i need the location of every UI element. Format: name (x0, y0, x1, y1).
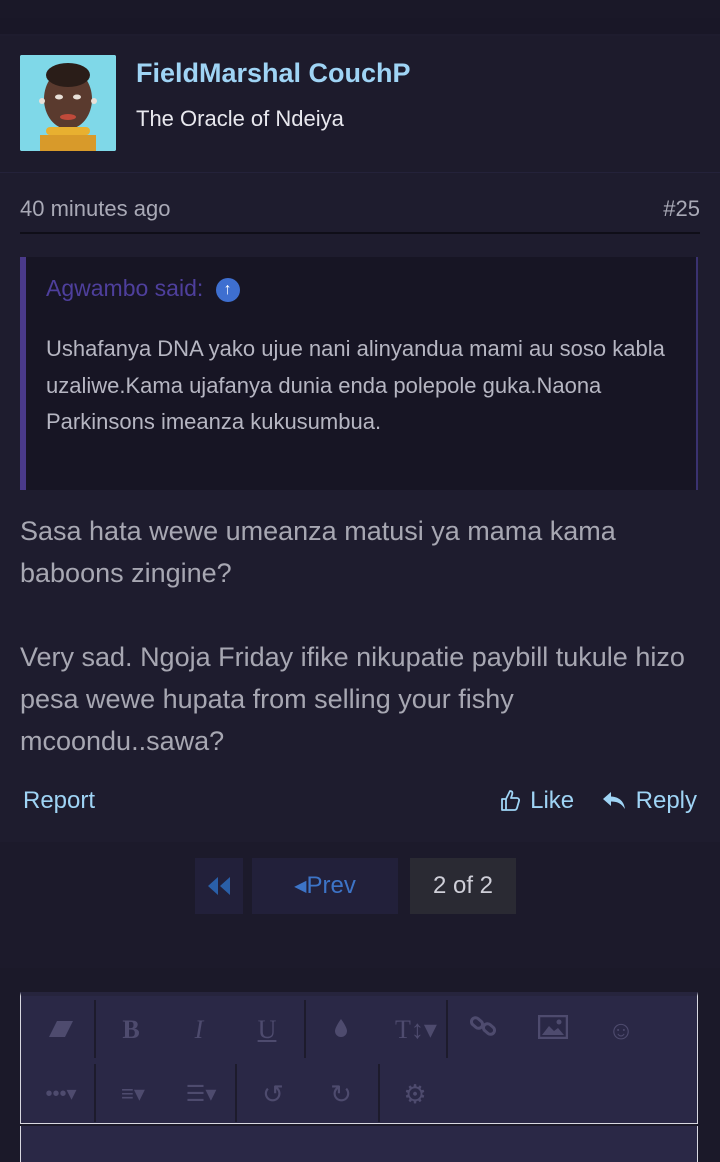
prev-label: Prev (306, 872, 356, 899)
quote-author[interactable]: Agwambo said: ↑ (46, 275, 240, 302)
post-time[interactable]: 40 minutes ago (20, 196, 170, 222)
reply-arrow-icon (602, 788, 632, 813)
smiley-icon[interactable]: ☺ (593, 1010, 649, 1050)
avatar[interactable] (20, 55, 116, 151)
quote-author-label: Agwambo said: (46, 275, 204, 301)
undo-icon[interactable]: ↺ (245, 1074, 301, 1114)
like-button[interactable]: Like (500, 787, 574, 815)
message-body: Sasa hata wewe umeanza matusi ya mama ka… (20, 510, 710, 804)
reply-label: Reply (635, 787, 697, 814)
image-icon[interactable] (525, 1010, 581, 1050)
toolbar-divider (446, 1000, 448, 1058)
toolbar-divider (94, 1064, 96, 1122)
toolbar-divider (235, 1064, 237, 1122)
caret-left-icon: ◀ (294, 878, 307, 895)
message-paragraph: Very sad. Ngoja Friday ifike nikupatie p… (20, 642, 685, 756)
italic-icon[interactable]: I (171, 1010, 227, 1050)
toolbar-divider (304, 1000, 306, 1058)
redo-icon[interactable]: ↻ (313, 1074, 369, 1114)
arrow-up-circle-icon[interactable]: ↑ (215, 277, 240, 302)
toolbar-divider (94, 1000, 96, 1058)
text-color-icon[interactable] (313, 1010, 369, 1050)
report-button[interactable]: Report (23, 787, 95, 815)
post-actions: Report Like Reply (20, 782, 700, 822)
thumbs-up-icon (500, 788, 526, 813)
username[interactable]: FieldMarshal CouchP (136, 58, 411, 89)
prev-page-button[interactable]: ◀Prev (252, 858, 398, 914)
bold-icon[interactable]: B (103, 1010, 159, 1050)
avatar-image (20, 55, 116, 151)
current-page-indicator[interactable]: 2 of 2 (410, 858, 516, 914)
underline-icon[interactable]: U (239, 1010, 295, 1050)
font-size-icon[interactable]: T↕▾ (383, 1010, 449, 1050)
quote-block: Agwambo said: ↑ Ushafanya DNA yako ujue … (20, 257, 698, 490)
editor-toolbar: B I U T↕▾ ☺ •••▾ ≡▾ ☰▾ ↺ ↻ ⚙ (20, 992, 698, 1124)
editor-text-area[interactable] (20, 1126, 698, 1162)
message-paragraph: Sasa hata wewe umeanza matusi ya mama ka… (20, 516, 616, 588)
align-icon[interactable]: ≡▾ (105, 1074, 161, 1114)
top-strip-secondary (0, 18, 720, 34)
double-chevron-left-icon (208, 877, 230, 895)
gear-icon[interactable]: ⚙ (387, 1074, 443, 1114)
toolbar-divider (378, 1064, 380, 1122)
top-strip (0, 0, 720, 18)
quote-text: Ushafanya DNA yako ujue nani alinyandua … (46, 336, 665, 434)
post-meta: 40 minutes ago #25 (20, 192, 700, 234)
post-number[interactable]: #25 (663, 196, 700, 222)
eraser-icon[interactable] (33, 1010, 89, 1050)
like-label: Like (530, 787, 575, 814)
avatar-caret (56, 151, 80, 161)
reply-button[interactable]: Reply (602, 787, 697, 815)
list-icon[interactable]: ☰▾ (173, 1074, 229, 1114)
user-title: The Oracle of Ndeiya (136, 106, 344, 131)
link-icon[interactable] (455, 1010, 511, 1050)
first-page-button[interactable] (195, 858, 243, 914)
more-options-icon[interactable]: •••▾ (33, 1074, 89, 1114)
